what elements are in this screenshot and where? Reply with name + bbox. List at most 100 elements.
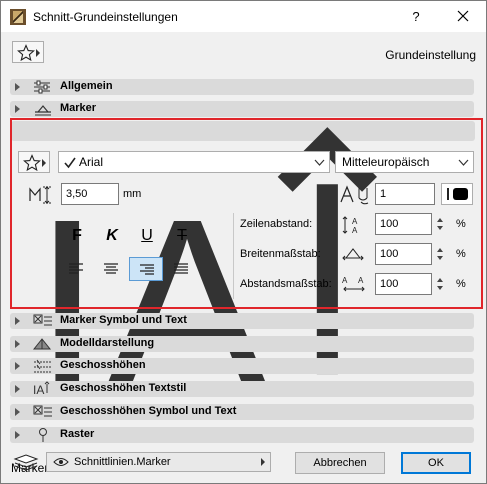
- letter-spacing-icon: AA: [342, 276, 365, 292]
- expand-arrow-icon: [15, 385, 20, 393]
- abstandsmassstab-spinner[interactable]: [435, 273, 445, 295]
- svg-text:A: A: [342, 276, 348, 285]
- zeilenabstand-input[interactable]: 100: [375, 213, 432, 235]
- expand-arrow-icon: [15, 408, 20, 416]
- abstandsmassstab-label: Abstandsmaßstab:: [240, 278, 332, 290]
- preset-name: Grundeinstellung: [385, 48, 476, 62]
- font-favorites-button[interactable]: [18, 151, 50, 173]
- pen-color-swatch[interactable]: [441, 183, 473, 205]
- line-spacing-icon: AA: [342, 216, 358, 235]
- layers-icon: [13, 454, 39, 471]
- expand-arrow-icon: [15, 362, 20, 370]
- bold-button[interactable]: F: [63, 225, 91, 247]
- zeilenabstand-label: Zeilenabstand:: [240, 218, 313, 230]
- encoding-name: Mitteleuropäisch: [342, 155, 430, 169]
- section-geschosshoehen[interactable]: Geschosshöhen: [10, 358, 474, 374]
- favorites-button[interactable]: [12, 41, 44, 63]
- section-label: Allgemein: [60, 80, 113, 92]
- section-marker[interactable]: Marker: [10, 101, 474, 117]
- percent-label: %: [456, 248, 466, 260]
- cancel-button[interactable]: Abbrechen: [295, 452, 385, 474]
- expand-arrow-icon: [15, 105, 20, 113]
- align-right-icon: [140, 264, 154, 275]
- encoding-select[interactable]: Mitteleuropäisch: [335, 151, 474, 173]
- spin-down-icon: [437, 286, 443, 290]
- settings-sliders-icon: [34, 80, 50, 94]
- text-style-icon: IA: [33, 381, 50, 397]
- chevron-down-icon: [458, 159, 469, 166]
- pen-number-input[interactable]: 1: [375, 183, 435, 205]
- section-label: Marker: [60, 102, 97, 114]
- align-justify-button[interactable]: [164, 257, 198, 281]
- breitenmassstab-spinner[interactable]: [435, 243, 445, 265]
- text-size-value: 3,50: [66, 188, 88, 200]
- expand-arrow-icon: [15, 431, 20, 439]
- eye-icon: [53, 458, 69, 466]
- svg-text:A: A: [352, 226, 358, 235]
- close-button[interactable]: [449, 5, 479, 29]
- align-left-icon: [69, 263, 83, 274]
- title-bar: Schnitt-Grundeinstellungen ?: [1, 1, 486, 32]
- align-justify-icon: [174, 263, 188, 274]
- star-icon: [17, 44, 35, 62]
- text-size-input[interactable]: 3,50: [61, 183, 119, 205]
- menu-arrow-icon: [36, 49, 40, 57]
- section-label: Geschosshöhen Symbol und Text: [60, 405, 237, 417]
- app-icon: [10, 9, 26, 25]
- svg-text:A: A: [352, 217, 358, 226]
- spin-up-icon: [437, 248, 443, 252]
- abstandsmassstab-input[interactable]: 100: [375, 273, 432, 295]
- section-label: Marker Symbol und Text: [60, 314, 187, 326]
- spin-up-icon: [437, 218, 443, 222]
- breitenmassstab-label: Breitenmaßstab:: [240, 248, 321, 260]
- align-center-button[interactable]: [94, 257, 128, 281]
- ok-button[interactable]: OK: [401, 452, 471, 474]
- zeilenabstand-value: 100: [380, 218, 399, 230]
- model-display-icon: [32, 338, 52, 350]
- align-right-button[interactable]: [129, 257, 163, 281]
- breitenmassstab-value: 100: [380, 248, 399, 260]
- chevron-down-icon: [314, 159, 325, 166]
- underline-button[interactable]: U: [133, 225, 161, 247]
- strikethrough-button[interactable]: T: [168, 225, 196, 247]
- expand-arrow-icon: [15, 340, 20, 348]
- menu-arrow-icon: [261, 458, 265, 466]
- align-left-button[interactable]: [59, 257, 93, 281]
- italic-button[interactable]: K: [98, 225, 126, 247]
- font-name: Arial: [79, 155, 104, 169]
- section-label: Geschosshöhen: [60, 359, 146, 371]
- section-raster[interactable]: Raster: [10, 427, 474, 443]
- section-label: Geschosshöhen Textstil: [60, 382, 187, 394]
- help-button[interactable]: ?: [405, 7, 427, 27]
- star-icon: [23, 154, 41, 172]
- story-levels-icon: [34, 359, 52, 373]
- swatch-separator: [447, 188, 449, 200]
- checkmark-icon: [64, 157, 76, 169]
- section-geschosshoehen-textstil[interactable]: IA Geschosshöhen Textstil: [10, 381, 474, 397]
- divider: [233, 213, 234, 299]
- symbol-text-icon: [33, 405, 52, 417]
- section-modelldarstellung[interactable]: Modelldarstellung: [10, 336, 474, 352]
- svg-text:A: A: [358, 276, 364, 285]
- section-marker-symbol[interactable]: Marker Symbol und Text: [10, 313, 474, 329]
- breitenmassstab-input[interactable]: 100: [375, 243, 432, 265]
- text-height-icon: [29, 186, 51, 204]
- expand-arrow-icon: [15, 317, 20, 325]
- expand-arrow-icon: [15, 83, 20, 91]
- window-title: Schnitt-Grundeinstellungen: [33, 10, 178, 24]
- section-allgemein[interactable]: Allgemein: [10, 79, 474, 95]
- symbol-text-icon: [33, 314, 52, 326]
- font-select[interactable]: Arial: [58, 151, 330, 173]
- layer-dropdown[interactable]: Schnittlinien.Marker: [46, 452, 271, 472]
- width-scale-icon: [342, 248, 364, 261]
- percent-label: %: [456, 218, 466, 230]
- menu-arrow-icon: [42, 159, 46, 167]
- spin-down-icon: [437, 226, 443, 230]
- dialog-window: Schnitt-Grundeinstellungen ? Grundeinste…: [0, 0, 487, 484]
- zeilenabstand-spinner[interactable]: [435, 213, 445, 235]
- percent-label: %: [456, 278, 466, 290]
- section-label: Raster: [60, 428, 95, 440]
- section-geschosshoehen-symbol[interactable]: Geschosshöhen Symbol und Text: [10, 404, 474, 420]
- pen-text-icon: [340, 185, 369, 205]
- grid-marker-icon: [39, 428, 47, 442]
